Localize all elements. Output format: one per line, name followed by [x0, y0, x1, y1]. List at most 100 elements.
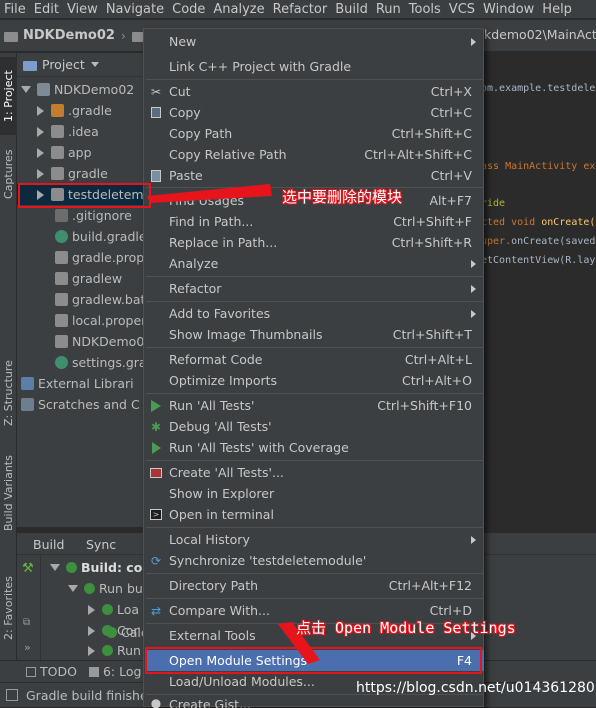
chevron-down-icon[interactable]	[90, 62, 99, 67]
tree-item-settings-gradle[interactable]: settings.grad	[55, 352, 147, 373]
editor-tab-path[interactable]: kdemo02\MainActiv	[484, 27, 596, 42]
menu-item-synchronize[interactable]: ⟳ Synchronize 'testdeletemodule'	[145, 550, 484, 571]
menu-item-debug-all-tests[interactable]: ✱ Debug 'All Tests'	[145, 416, 484, 437]
menu-item-replace-in-path[interactable]: Replace in Path... Ctrl+Shift+R	[145, 232, 484, 253]
collapse-icon[interactable]	[88, 625, 95, 636]
menu-item-label: Find Usages	[169, 193, 245, 208]
menu-item-copy[interactable]: Copy Ctrl+C	[145, 102, 484, 123]
tree-item-root[interactable]: NDKDemo02	[21, 79, 134, 100]
tree-item-gitignore[interactable]: .gitignore	[55, 205, 132, 226]
menu-vcs[interactable]: VCS	[445, 2, 479, 17]
menu-refactor[interactable]: Refactor	[269, 2, 332, 17]
tab-build[interactable]: Build	[33, 537, 64, 552]
menu-item-optimize-imports[interactable]: Optimize Imports Ctrl+Alt+O	[145, 370, 484, 391]
tree-item-gradle[interactable]: gradle	[37, 163, 108, 184]
success-icon	[102, 604, 113, 615]
menu-item-run-with-coverage[interactable]: Run 'All Tests' with Coverage	[145, 437, 484, 458]
menu-navigate[interactable]: Navigate	[102, 2, 168, 17]
status-toggle-icon[interactable]	[6, 689, 18, 701]
tree-item-gradle-properties[interactable]: gradle.prop	[55, 247, 144, 268]
build-row[interactable]: Build: com	[50, 557, 155, 578]
gist-icon: ●	[150, 696, 162, 708]
tab-sync[interactable]: Sync	[86, 537, 116, 552]
menu-item-paste[interactable]: Paste Ctrl+V	[145, 165, 484, 186]
menu-item-refactor[interactable]: Refactor	[145, 278, 484, 299]
expand-icon[interactable]	[68, 585, 78, 592]
collapse-icon[interactable]	[37, 105, 44, 116]
menu-item-show-in-explorer[interactable]: Show in Explorer	[145, 483, 484, 504]
collapse-icon[interactable]	[37, 168, 44, 179]
menu-window[interactable]: Window	[479, 2, 538, 17]
menu-item-label: Show Image Thumbnails	[169, 327, 323, 342]
menu-analyze[interactable]: Analyze	[209, 2, 268, 17]
hammer-icon[interactable]: ⚒	[22, 561, 34, 576]
menu-item-cut[interactable]: ✂ Cut Ctrl+X	[145, 81, 484, 102]
tab-captures[interactable]: Captures	[0, 141, 17, 207]
menu-run[interactable]: Run	[372, 2, 405, 17]
menu-code[interactable]: Code	[168, 2, 209, 17]
collapse-icon[interactable]	[37, 147, 44, 158]
menu-item-link-cpp[interactable]: Link C++ Project with Gradle	[145, 56, 484, 77]
menu-item-shortcut: Ctrl+Alt+F12	[388, 578, 472, 593]
menu-build[interactable]: Build	[331, 2, 372, 17]
collapse-icon[interactable]	[88, 604, 95, 615]
tree-item-label: gradlew	[72, 271, 123, 286]
build-row[interactable]: Run	[88, 640, 141, 661]
menu-file[interactable]: File	[0, 2, 30, 17]
submenu-arrow-icon	[471, 284, 476, 293]
build-row[interactable]: Run bu	[68, 578, 143, 599]
project-view-selector[interactable]: Project	[42, 57, 85, 72]
menu-item-run-all-tests[interactable]: Run 'All Tests' Ctrl+Shift+F10	[145, 395, 484, 416]
build-row[interactable]: Loa	[88, 599, 139, 620]
menu-item-copy-path[interactable]: Copy Path Ctrl+Shift+C	[145, 123, 484, 144]
menu-item-directory-path[interactable]: Directory Path Ctrl+Alt+F12	[145, 575, 484, 596]
tab-structure[interactable]: Z: Structure	[0, 353, 17, 433]
expand-icon[interactable]	[50, 564, 60, 571]
tab-favorites[interactable]: 2: Favorites	[0, 568, 17, 648]
create-test-icon	[149, 466, 163, 480]
menu-item-find-in-path[interactable]: Find in Path... Ctrl+Shift+F	[145, 211, 484, 232]
menu-view[interactable]: View	[63, 2, 102, 17]
breadcrumb-project[interactable]: NDKDemo02	[4, 28, 115, 43]
tree-item-external-libraries[interactable]: External Librari	[21, 373, 134, 394]
tree-item-scratches[interactable]: Scratches and C	[21, 394, 140, 415]
tree-item-idea[interactable]: .idea	[37, 121, 99, 142]
menu-item-copy-relative-path[interactable]: Copy Relative Path Ctrl+Alt+Shift+C	[145, 144, 484, 165]
menu-item-local-history[interactable]: Local History	[145, 529, 484, 550]
tab-structure-label: Z: Structure	[2, 360, 15, 426]
left-tool-strip: 1: Project Captures Z: Structure Build V…	[0, 53, 17, 680]
menu-item-create-gist[interactable]: ● Create Gist...	[145, 696, 484, 708]
collapse-icon[interactable]	[37, 126, 44, 137]
tree-item-app[interactable]: app	[37, 142, 92, 163]
tree-item-gradlew-bat[interactable]: gradlew.bat	[55, 289, 145, 310]
menu-item-new[interactable]: New	[145, 31, 484, 52]
menu-item-show-thumbnails[interactable]: Show Image Thumbnails Ctrl+Shift+T	[145, 324, 484, 345]
tab-todo[interactable]: TODO	[26, 664, 77, 679]
menu-item-create-all-tests[interactable]: Create 'All Tests'...	[145, 462, 484, 483]
menu-item-open-in-terminal[interactable]: > Open in terminal	[145, 504, 484, 525]
menu-item-label: Link C++ Project with Gradle	[169, 59, 352, 74]
code-text: onCreate(saved	[511, 236, 596, 247]
menu-edit[interactable]: Edit	[30, 2, 63, 17]
tree-item-build-gradle[interactable]: build.gradle	[55, 226, 147, 247]
tree-item-gradle-dir[interactable]: .gradle	[37, 100, 112, 121]
menu-item-reformat-code[interactable]: Reformat Code Ctrl+Alt+L	[145, 349, 484, 370]
menu-tools[interactable]: Tools	[405, 2, 445, 17]
tab-build-variants[interactable]: Build Variants	[0, 453, 17, 533]
tree-item-gradlew[interactable]: gradlew	[55, 268, 122, 289]
file-icon	[55, 293, 68, 306]
collapse-icon[interactable]	[88, 645, 95, 656]
tree-item-local-properties[interactable]: local.proper	[55, 310, 146, 331]
expand-all-icon[interactable]: »	[24, 641, 31, 654]
menu-item-add-to-favorites[interactable]: Add to Favorites	[145, 303, 484, 324]
menu-help[interactable]: Help	[538, 2, 576, 17]
expand-icon[interactable]	[21, 86, 31, 93]
menu-bar: File Edit View Navigate Code Analyze Ref…	[0, 0, 596, 19]
tab-logcat[interactable]: 6: Log	[88, 664, 141, 679]
debug-icon: ✱	[150, 419, 162, 434]
menu-item-analyze[interactable]: Analyze	[145, 253, 484, 274]
menu-item-label: Analyze	[169, 256, 219, 271]
filter-icon[interactable]: ⧉	[23, 617, 30, 628]
tab-project[interactable]: 1: Project	[0, 57, 17, 135]
tree-item-iml[interactable]: NDKDemo02.	[55, 331, 147, 352]
